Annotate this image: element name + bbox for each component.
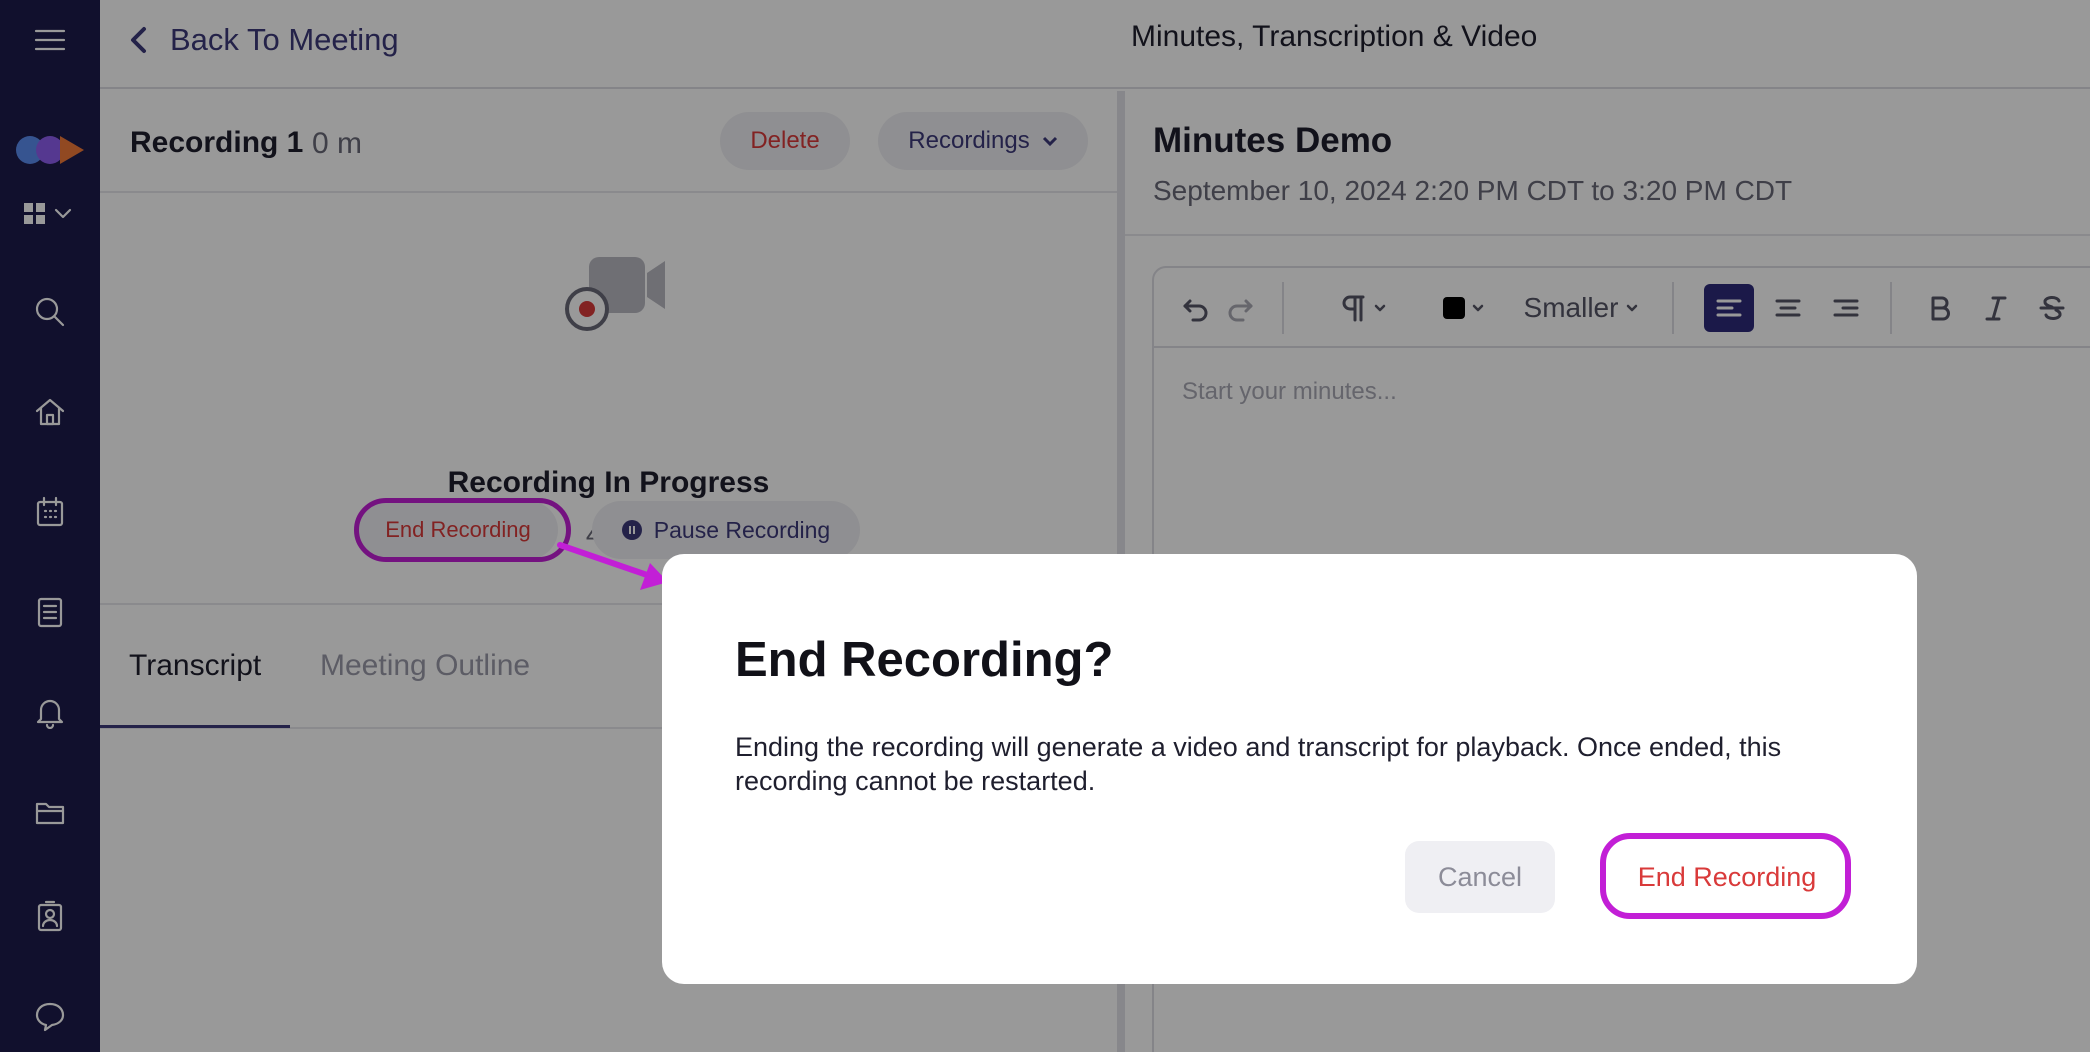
highlight-ring [1600, 833, 1851, 919]
dialog-message: Ending the recording will generate a vid… [735, 732, 1782, 796]
cancel-button[interactable]: Cancel [1405, 841, 1555, 913]
end-recording-dialog: End Recording? Ending the recording will… [662, 554, 1917, 984]
dialog-title: End Recording? [735, 633, 1114, 687]
